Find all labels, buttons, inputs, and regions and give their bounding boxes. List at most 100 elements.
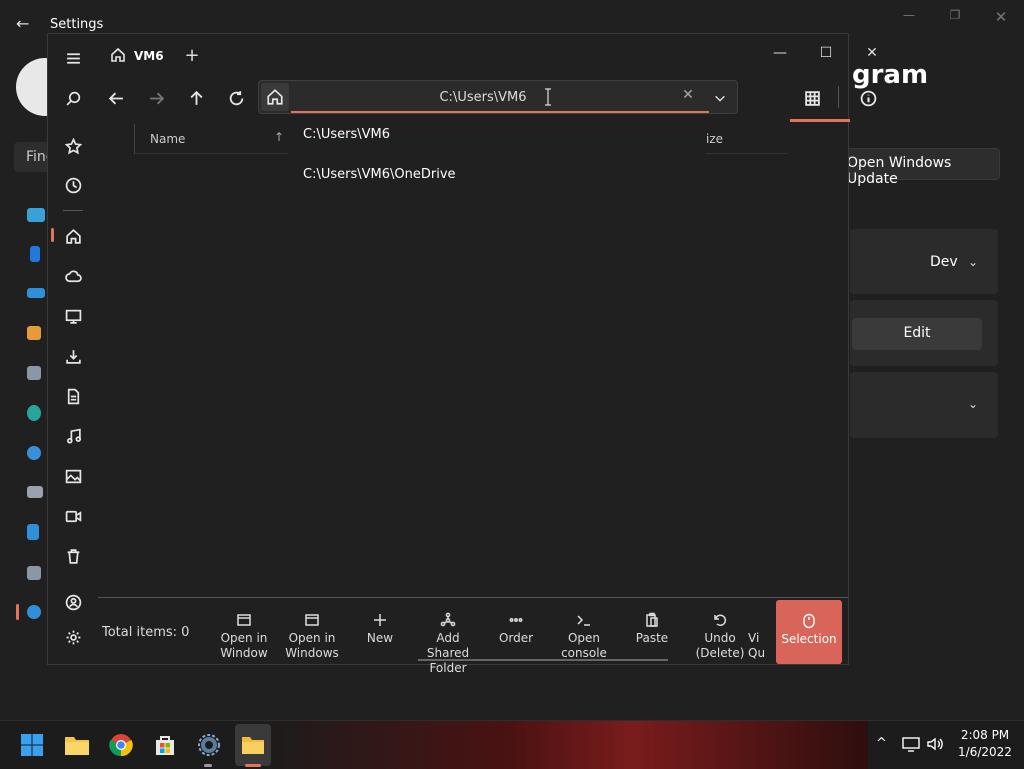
recent-clock-icon[interactable] bbox=[59, 171, 87, 199]
total-items-status: Total items: 0 bbox=[102, 625, 190, 640]
refresh-icon bbox=[229, 90, 243, 105]
column-header-size[interactable]: ize bbox=[706, 132, 723, 146]
action-label: Open in bbox=[288, 631, 336, 645]
column-header-name[interactable]: Name bbox=[150, 132, 185, 146]
chevron-up-icon[interactable]: ^ bbox=[876, 736, 887, 751]
tab-vm6[interactable]: VM6 bbox=[102, 38, 174, 74]
column-divider bbox=[134, 124, 135, 154]
privacy-security-icon[interactable] bbox=[27, 566, 41, 580]
add-tab-button[interactable]: + bbox=[182, 46, 202, 66]
start-windows-icon[interactable] bbox=[15, 728, 49, 762]
close-button[interactable]: ✕ bbox=[849, 40, 895, 66]
paste-button[interactable]: Paste bbox=[620, 609, 684, 665]
windows-update-icon[interactable] bbox=[27, 605, 41, 619]
files-app-window: VM6 + — ☐ ✕ ✕ Name ↑ ize C:\Users\VM6 C:… bbox=[47, 33, 878, 675]
accounts-icon[interactable] bbox=[27, 405, 41, 421]
order-button[interactable]: Order bbox=[484, 609, 548, 665]
forward-arrow-icon bbox=[149, 92, 164, 104]
gaming-icon[interactable] bbox=[27, 486, 43, 498]
time-language-icon[interactable] bbox=[27, 446, 41, 460]
taskbar-date[interactable]: 1/6/2022 bbox=[945, 745, 1024, 759]
sidebar-active-indicator bbox=[51, 228, 54, 242]
new-button[interactable]: New bbox=[348, 609, 412, 665]
action-label: Folder bbox=[429, 661, 467, 675]
channel-value: Dev bbox=[930, 254, 958, 270]
view-quick-look-button[interactable]: Vi Qu bbox=[748, 609, 778, 665]
videos-icon[interactable] bbox=[59, 502, 87, 530]
music-icon[interactable] bbox=[59, 422, 87, 450]
settings-gear-icon[interactable] bbox=[59, 623, 87, 651]
open-console-button[interactable]: Open console bbox=[552, 609, 616, 665]
sort-ascending-icon[interactable]: ↑ bbox=[274, 130, 284, 144]
back-arrow-icon[interactable]: ← bbox=[16, 14, 29, 33]
info-pane-button[interactable] bbox=[852, 84, 884, 112]
action-label: Paste bbox=[635, 631, 669, 645]
chrome-icon[interactable] bbox=[104, 728, 138, 762]
clear-icon[interactable]: ✕ bbox=[679, 87, 697, 105]
suggestion-item[interactable]: C:\Users\VM6 bbox=[303, 127, 390, 142]
network-icon[interactable] bbox=[27, 288, 45, 298]
open-in-windows-terminal-button[interactable]: Open in Windows bbox=[280, 609, 344, 665]
microsoft-store-icon[interactable] bbox=[148, 728, 182, 762]
favorites-star-icon[interactable] bbox=[59, 132, 87, 160]
address-input[interactable] bbox=[293, 81, 673, 113]
cloud-icon[interactable] bbox=[59, 262, 87, 290]
maximize-button[interactable]: ☐ bbox=[803, 40, 849, 66]
back-button[interactable] bbox=[100, 84, 132, 112]
settings-title: Settings bbox=[50, 17, 104, 32]
restore-icon[interactable]: ❐ bbox=[932, 8, 978, 26]
apps-icon[interactable] bbox=[27, 366, 41, 380]
minimize-button[interactable]: — bbox=[757, 40, 803, 66]
search-icon[interactable] bbox=[59, 84, 87, 112]
running-indicator bbox=[204, 764, 212, 767]
refresh-button[interactable] bbox=[220, 84, 252, 112]
chevron-down-icon[interactable]: ⌄ bbox=[968, 255, 978, 269]
pictures-icon[interactable] bbox=[59, 462, 87, 490]
taskbar-time[interactable]: 2:08 PM bbox=[945, 728, 1024, 742]
action-label: Vi bbox=[748, 631, 760, 645]
volume-icon[interactable] bbox=[926, 736, 944, 756]
selection-button[interactable]: Selection bbox=[776, 600, 842, 664]
up-button[interactable] bbox=[180, 84, 212, 112]
open-windows-update-button[interactable]: Open Windows Update bbox=[838, 148, 1000, 187]
close-icon[interactable]: ✕ bbox=[978, 8, 1024, 26]
files-app-icon[interactable] bbox=[236, 728, 270, 762]
action-label: New bbox=[366, 631, 394, 645]
documents-icon[interactable] bbox=[59, 382, 87, 410]
chevron-down-icon[interactable] bbox=[707, 85, 733, 111]
home-icon[interactable] bbox=[59, 222, 87, 250]
toolbar-divider bbox=[838, 86, 839, 108]
add-shared-folder-button[interactable]: Add Shared Folder bbox=[416, 609, 480, 675]
paste-icon bbox=[620, 609, 684, 631]
forward-button[interactable] bbox=[140, 84, 172, 112]
text-cursor-icon bbox=[544, 88, 552, 106]
mouse-icon bbox=[776, 610, 842, 632]
undo-delete-button[interactable]: Undo (Delete) bbox=[688, 609, 752, 665]
settings-gear-icon[interactable] bbox=[192, 728, 226, 762]
downloads-icon[interactable] bbox=[59, 342, 87, 370]
toolbar-scrollbar[interactable] bbox=[418, 659, 668, 661]
up-arrow-icon bbox=[190, 90, 202, 105]
personalization-icon[interactable] bbox=[27, 326, 41, 340]
chevron-down-icon[interactable]: ⌄ bbox=[968, 397, 978, 411]
address-home-button[interactable] bbox=[261, 83, 289, 111]
bluetooth-icon[interactable] bbox=[30, 246, 40, 262]
system-icon[interactable] bbox=[27, 208, 45, 222]
desktop-icon[interactable] bbox=[59, 302, 87, 330]
file-explorer-icon[interactable] bbox=[60, 728, 94, 762]
home-icon bbox=[110, 47, 126, 66]
open-in-window-button[interactable]: Open in Window bbox=[212, 609, 276, 665]
action-label: Add Shared bbox=[426, 631, 470, 660]
hamburger-menu-icon[interactable] bbox=[59, 44, 87, 72]
account-icon[interactable] bbox=[59, 588, 87, 616]
recycle-bin-icon[interactable] bbox=[59, 542, 87, 570]
accessibility-icon[interactable] bbox=[27, 524, 39, 540]
edit-button[interactable]: Edit bbox=[852, 318, 982, 350]
layout-grid-button[interactable] bbox=[796, 84, 828, 112]
suggestion-item[interactable]: C:\Users\VM6\OneDrive bbox=[303, 167, 456, 182]
console-icon bbox=[552, 609, 616, 631]
nav-active-indicator bbox=[16, 604, 19, 620]
display-icon[interactable] bbox=[902, 736, 920, 756]
action-label: Windows bbox=[285, 646, 339, 660]
minimize-icon[interactable]: — bbox=[886, 8, 932, 26]
